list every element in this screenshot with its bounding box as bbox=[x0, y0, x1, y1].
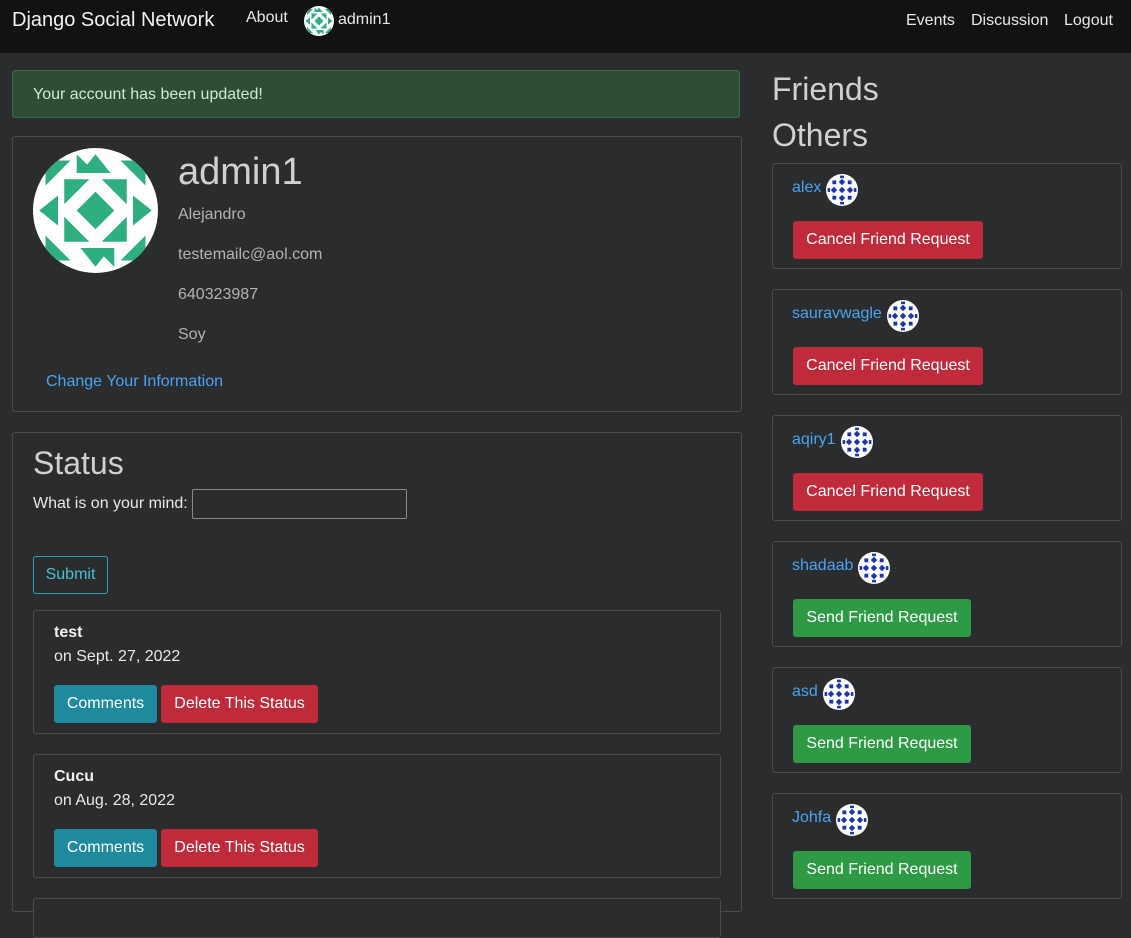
status-post: Cucu on Aug. 28, 2022 Comments Delete Th… bbox=[33, 754, 721, 878]
user-link[interactable]: shadaab bbox=[792, 557, 853, 575]
submit-button[interactable]: Submit bbox=[33, 556, 108, 594]
delete-status-button[interactable]: Delete This Status bbox=[161, 685, 318, 723]
status-post: test on Sept. 27, 2022 Comments Delete T… bbox=[33, 610, 721, 734]
comments-button[interactable]: Comments bbox=[54, 685, 157, 723]
change-information-link[interactable]: Change Your Information bbox=[46, 373, 223, 391]
user-avatar-icon bbox=[826, 174, 858, 206]
post-date: on Aug. 28, 2022 bbox=[54, 792, 175, 809]
profile-username: admin1 bbox=[178, 151, 303, 193]
post-title: Cucu bbox=[54, 768, 94, 785]
user-link[interactable]: aqiry1 bbox=[792, 431, 836, 449]
user-card: Johfa Send Friend Request bbox=[772, 793, 1122, 899]
user-card: shadaab Send Friend Request bbox=[772, 541, 1122, 647]
user-avatar-icon bbox=[887, 300, 919, 332]
user-link[interactable]: asd bbox=[792, 683, 818, 701]
nav-user-link[interactable]: admin1 bbox=[338, 11, 390, 29]
user-link[interactable]: alex bbox=[792, 179, 821, 197]
send-friend-request-button[interactable]: Send Friend Request bbox=[793, 599, 971, 637]
profile-avatar-icon bbox=[33, 148, 158, 273]
user-avatar-icon bbox=[858, 552, 890, 584]
navbar: Django Social Network About admin1 Event… bbox=[0, 0, 1131, 53]
user-avatar-icon bbox=[836, 804, 868, 836]
user-card: aqiry1 Cancel Friend Request bbox=[772, 415, 1122, 521]
user-avatar-icon bbox=[841, 426, 873, 458]
brand-link[interactable]: Django Social Network bbox=[12, 9, 214, 32]
others-heading: Others bbox=[772, 117, 869, 153]
profile-first-name: Alejandro bbox=[178, 206, 246, 223]
user-card: asd Send Friend Request bbox=[772, 667, 1122, 773]
comments-button[interactable]: Comments bbox=[54, 829, 157, 867]
friends-heading: Friends bbox=[772, 71, 879, 107]
user-card: alex Cancel Friend Request bbox=[772, 163, 1122, 269]
profile-card: admin1 Alejandro testemailc@aol.com 6403… bbox=[12, 136, 742, 412]
cancel-friend-request-button[interactable]: Cancel Friend Request bbox=[793, 221, 983, 259]
mind-label: What is on your mind: bbox=[33, 495, 188, 512]
cancel-friend-request-button[interactable]: Cancel Friend Request bbox=[793, 473, 983, 511]
status-post bbox=[33, 898, 721, 938]
send-friend-request-button[interactable]: Send Friend Request bbox=[793, 851, 971, 889]
user-avatar-icon bbox=[823, 678, 855, 710]
post-title: test bbox=[54, 624, 83, 641]
alert-message: Your account has been updated! bbox=[33, 86, 263, 103]
success-alert: Your account has been updated! bbox=[12, 70, 740, 118]
user-link[interactable]: Johfa bbox=[792, 809, 831, 827]
status-card: Status What is on your mind: Submit test… bbox=[12, 432, 742, 938]
post-date: on Sept. 27, 2022 bbox=[54, 648, 181, 665]
nav-discussion-link[interactable]: Discussion bbox=[971, 12, 1048, 30]
nav-events-link[interactable]: Events bbox=[906, 12, 955, 30]
nav-logout-link[interactable]: Logout bbox=[1064, 12, 1113, 30]
profile-bio: Soy bbox=[178, 326, 206, 343]
status-input[interactable] bbox=[192, 489, 407, 519]
send-friend-request-button[interactable]: Send Friend Request bbox=[793, 725, 971, 763]
cancel-friend-request-button[interactable]: Cancel Friend Request bbox=[793, 347, 983, 385]
profile-email: testemailc@aol.com bbox=[178, 246, 323, 263]
delete-status-button[interactable]: Delete This Status bbox=[161, 829, 318, 867]
status-heading: Status bbox=[33, 445, 124, 481]
user-avatar-icon[interactable] bbox=[304, 6, 334, 36]
user-link[interactable]: sauravwagle bbox=[792, 305, 882, 323]
user-card: sauravwagle Cancel Friend Request bbox=[772, 289, 1122, 395]
nav-about-link[interactable]: About bbox=[246, 9, 288, 27]
profile-phone: 640323987 bbox=[178, 286, 259, 303]
